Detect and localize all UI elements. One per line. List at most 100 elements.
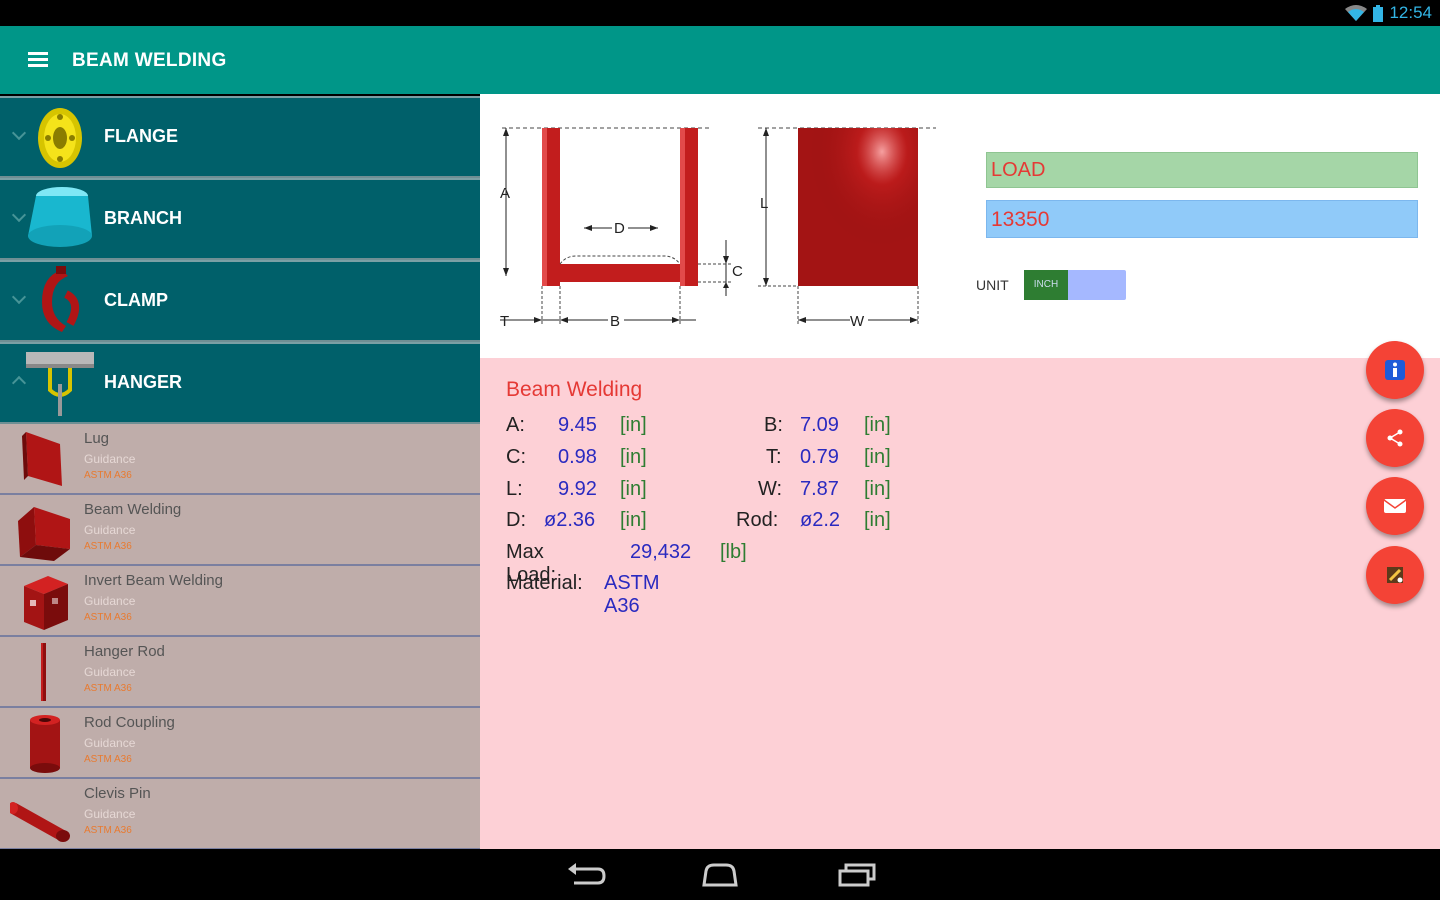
branch-icon <box>28 187 92 247</box>
email-icon <box>1383 499 1407 513</box>
tools-icon <box>1387 567 1403 583</box>
category-flange[interactable]: FLANGE <box>0 96 480 178</box>
result-value: 0.79 <box>800 446 839 468</box>
share-icon <box>1387 429 1403 447</box>
item-guidance: Guidance <box>84 807 136 821</box>
sidebar: FLANGE BRANCH CLAMP HANGER Lug Guidance … <box>0 96 480 849</box>
battery-icon <box>1373 4 1384 22</box>
rod-coupling-icon <box>30 715 60 773</box>
list-item-invert-beam-welding[interactable]: Invert Beam Welding Guidance ASTM A36 <box>0 566 480 637</box>
result-value: ASTM A36 <box>604 572 660 617</box>
clamp-icon <box>42 266 80 332</box>
category-label: HANGER <box>104 372 183 392</box>
result-panel: Beam Welding A: 9.45 [in] B: 7.09 [in] C… <box>480 358 1440 849</box>
result-unit: [in] <box>864 509 891 531</box>
category-label: CLAMP <box>104 290 168 310</box>
result-key: W: <box>758 478 783 500</box>
result-unit: [lb] <box>720 541 747 563</box>
settings-button[interactable] <box>1366 546 1424 604</box>
item-name: Rod Coupling <box>84 714 175 731</box>
status-bar: 12:54 <box>0 0 1440 26</box>
result-value: 7.87 <box>800 478 839 500</box>
category-branch[interactable]: BRANCH <box>0 178 480 260</box>
list-item-hanger-rod[interactable]: Hanger Rod Guidance ASTM A36 <box>0 637 480 708</box>
flange-icon <box>38 108 82 168</box>
recent-apps-icon[interactable] <box>834 859 878 891</box>
item-standard: ASTM A36 <box>84 825 132 836</box>
item-name: Beam Welding <box>84 501 182 518</box>
result-value: ø2.2 <box>800 509 841 531</box>
item-guidance: Guidance <box>84 736 136 750</box>
home-icon[interactable] <box>698 859 742 891</box>
unit-label: UNIT <box>976 277 1009 293</box>
info-button[interactable] <box>1366 341 1424 399</box>
result-key: A: <box>506 414 525 436</box>
result-key: T: <box>766 446 782 468</box>
wifi-icon <box>1345 5 1368 21</box>
category-label: FLANGE <box>104 126 178 146</box>
list-item-lug[interactable]: Lug Guidance ASTM A36 <box>0 424 480 495</box>
item-name: Lug <box>84 430 110 447</box>
list-item-beam-welding[interactable]: Beam Welding Guidance ASTM A36 <box>0 495 480 566</box>
invert-beam-welding-icon <box>24 576 68 630</box>
category-label: BRANCH <box>104 208 182 228</box>
dim-label-w: W <box>850 313 865 330</box>
item-standard: ASTM A36 <box>84 754 132 765</box>
status-time: 12:54 <box>1389 3 1432 22</box>
unit-toggle[interactable]: INCH <box>1024 270 1126 300</box>
navigation-bar <box>0 849 1440 900</box>
item-guidance: Guidance <box>84 452 136 466</box>
result-value: 29,432 <box>630 541 692 563</box>
unit-toggle-value: INCH <box>1024 270 1068 300</box>
clevis-pin-icon <box>10 802 70 842</box>
list-item-rod-coupling[interactable]: Rod Coupling Guidance ASTM A36 <box>0 708 480 779</box>
result-value: ø2.36 <box>544 509 596 531</box>
status-icons: 12:54 <box>1345 3 1432 23</box>
back-icon[interactable] <box>564 859 608 891</box>
dim-label-d: D <box>614 220 625 237</box>
email-button[interactable] <box>1366 477 1424 535</box>
item-guidance: Guidance <box>84 665 136 679</box>
result-key: C: <box>506 446 526 468</box>
result-value: 7.09 <box>800 414 839 436</box>
result-key: D: <box>506 509 526 531</box>
load-input[interactable]: 13350 <box>986 200 1418 238</box>
share-button[interactable] <box>1366 409 1424 467</box>
list-item-clevis-pin[interactable]: Clevis Pin Guidance ASTM A36 <box>0 779 480 849</box>
category-clamp[interactable]: CLAMP <box>0 260 480 342</box>
item-standard: ASTM A36 <box>84 470 132 481</box>
info-icon <box>1385 360 1405 380</box>
result-key: L: <box>506 478 523 500</box>
item-name: Clevis Pin <box>84 785 151 802</box>
beam-welding-diagram: A D C T B L W <box>500 127 936 330</box>
app-title: BEAM WELDING <box>72 50 227 71</box>
result-unit: [in] <box>620 446 647 468</box>
item-name: Invert Beam Welding <box>84 572 223 589</box>
result-unit: [in] <box>864 414 891 436</box>
dim-label-t: T <box>500 313 509 330</box>
result-key: Rod: <box>736 509 779 531</box>
input-panel: A D C T B L W LOAD 13350 UNIT INCH <box>480 94 1440 358</box>
result-key: Material: <box>506 572 583 594</box>
dim-label-l: L <box>760 195 768 212</box>
app-bar: BEAM WELDING <box>0 26 1440 94</box>
item-standard: ASTM A36 <box>84 612 132 623</box>
dim-label-c: C <box>732 263 743 280</box>
result-unit: [in] <box>864 446 891 468</box>
load-input-value: 13350 <box>991 208 1050 231</box>
beam-welding-icon <box>18 507 70 561</box>
item-standard: ASTM A36 <box>84 541 132 552</box>
result-unit: [in] <box>620 509 647 531</box>
menu-icon[interactable] <box>28 52 48 68</box>
item-guidance: Guidance <box>84 594 136 608</box>
result-unit: [in] <box>620 414 647 436</box>
item-guidance: Guidance <box>84 523 136 537</box>
dim-label-b: B <box>610 313 620 330</box>
result-key: B: <box>764 414 783 436</box>
result-value: 0.98 <box>558 446 597 468</box>
lug-icon <box>22 432 62 486</box>
category-hanger[interactable]: HANGER <box>0 342 480 424</box>
result-unit: [in] <box>620 478 647 500</box>
hanger-rod-icon <box>41 643 46 701</box>
result-value: 9.45 <box>558 414 597 436</box>
